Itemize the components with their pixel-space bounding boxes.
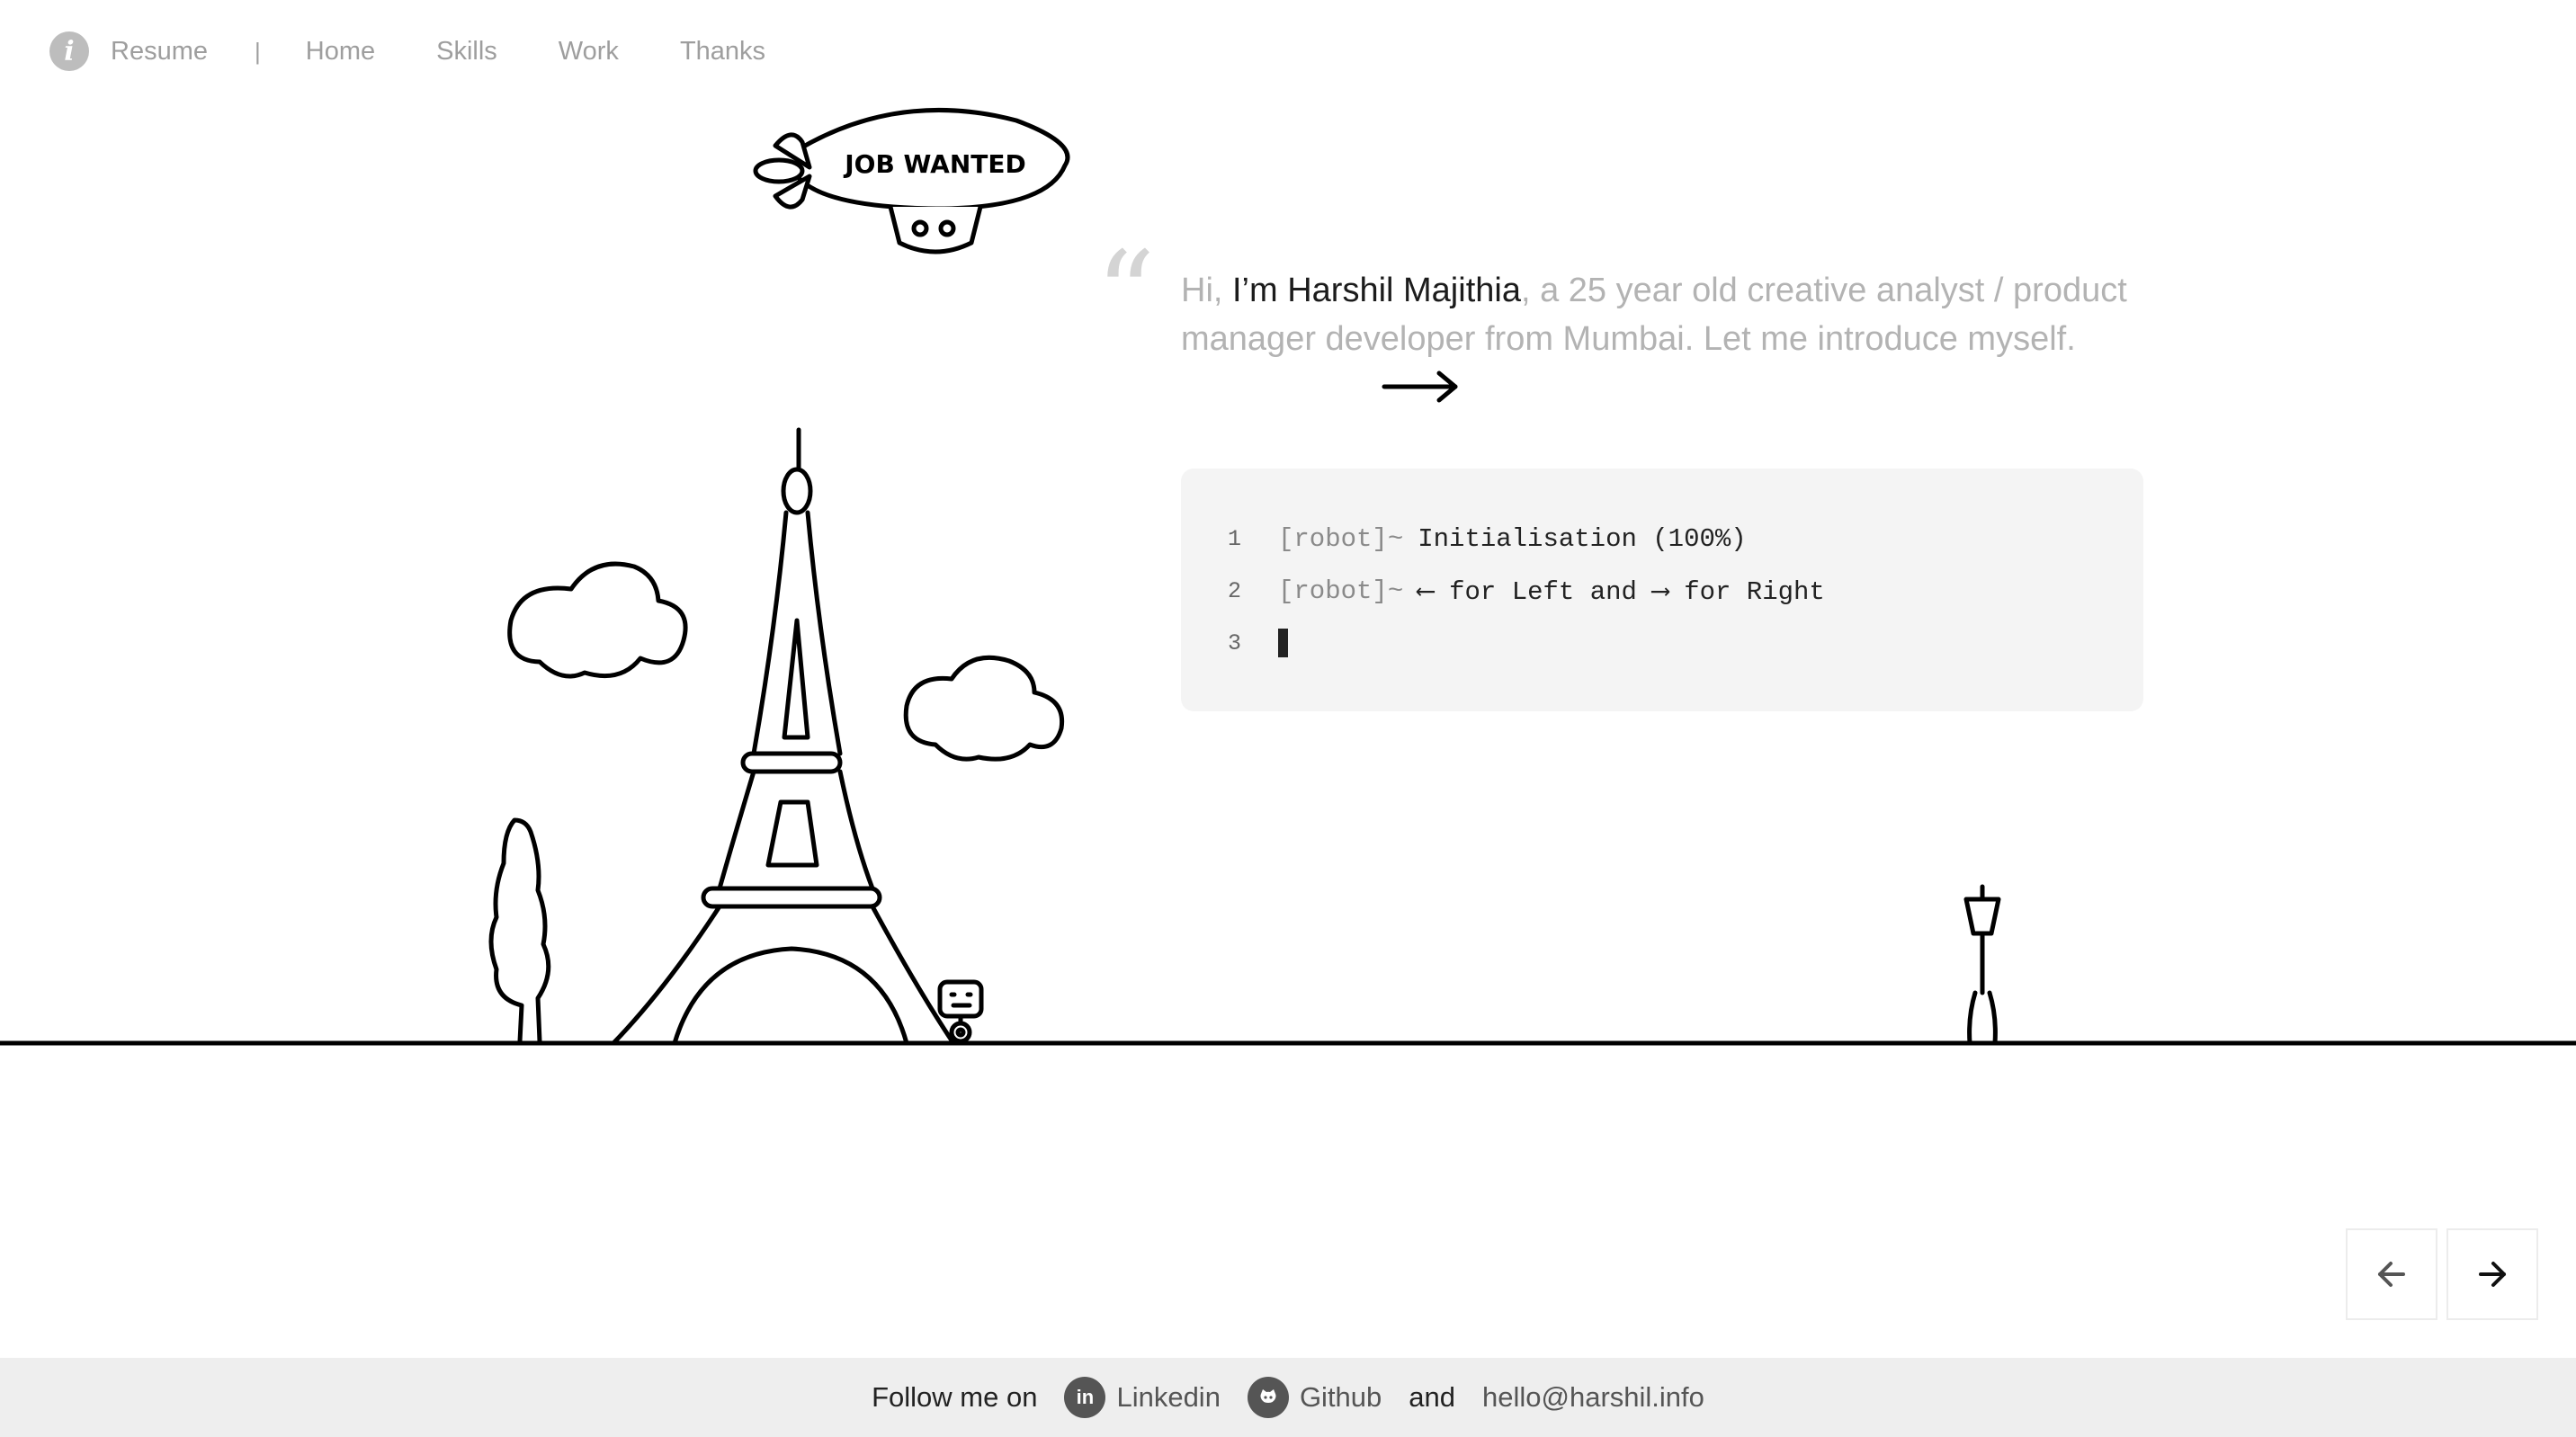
street-lamp-drawing bbox=[1963, 884, 2001, 1046]
cloud-right bbox=[903, 655, 1065, 762]
terminal-cursor[interactable] bbox=[1278, 629, 1288, 657]
terminal-prompt: [robot]~ bbox=[1278, 523, 1404, 554]
tree-drawing bbox=[488, 817, 551, 1044]
eiffel-tower-drawing bbox=[611, 427, 956, 1046]
github-link[interactable]: Github bbox=[1247, 1377, 1382, 1418]
terminal-line: 2 [robot]~ ⟵ for Left and ⟶ for Right bbox=[1228, 573, 1825, 609]
footer-bar: Follow me on in Linkedin Github and hell… bbox=[0, 1358, 2576, 1437]
slide-pager bbox=[2346, 1228, 2538, 1320]
terminal-prompt: [robot]~ bbox=[1278, 576, 1404, 606]
quote-mark: “ bbox=[1096, 226, 1156, 362]
github-label: Github bbox=[1299, 1381, 1382, 1413]
linkedin-label: Linkedin bbox=[1116, 1381, 1221, 1413]
terminal-line: 1 [robot]~ Initialisation (100%) bbox=[1228, 521, 1747, 557]
terminal-text: ⟵ for Left and ⟶ for Right bbox=[1418, 577, 1825, 607]
next-button[interactable] bbox=[2446, 1228, 2538, 1320]
terminal-text: Initialisation (100%) bbox=[1418, 523, 1747, 554]
arrow-right-icon bbox=[2479, 1262, 2506, 1287]
terminal-line: 3 bbox=[1228, 625, 1288, 661]
line-number: 2 bbox=[1228, 577, 1242, 604]
arrow-left-icon bbox=[2378, 1262, 2405, 1287]
cloud-left bbox=[507, 561, 688, 679]
and-text: and bbox=[1409, 1381, 1456, 1413]
follow-text: Follow me on bbox=[872, 1381, 1038, 1413]
email-link[interactable]: hello@harshil.info bbox=[1482, 1381, 1704, 1414]
robot-terminal: 1 [robot]~ Initialisation (100%) 2 [robo… bbox=[1181, 469, 2143, 711]
intro-greeting: Hi, bbox=[1181, 272, 1232, 309]
github-icon bbox=[1247, 1377, 1289, 1418]
linkedin-icon: in bbox=[1064, 1377, 1106, 1418]
blimp-label: JOB WANTED bbox=[843, 149, 1026, 179]
linkedin-link[interactable]: in Linkedin bbox=[1064, 1377, 1221, 1418]
intro-paragraph: Hi, I’m Harshil Majithia, a 25 year old … bbox=[1181, 266, 2152, 363]
blimp-drawing bbox=[753, 107, 1070, 254]
line-number: 3 bbox=[1228, 629, 1242, 656]
line-number: 1 bbox=[1228, 525, 1242, 552]
intro-arrow-drawing bbox=[1382, 370, 1458, 403]
previous-button[interactable] bbox=[2346, 1228, 2437, 1320]
intro-name: I’m Harshil Majithia bbox=[1232, 272, 1521, 309]
